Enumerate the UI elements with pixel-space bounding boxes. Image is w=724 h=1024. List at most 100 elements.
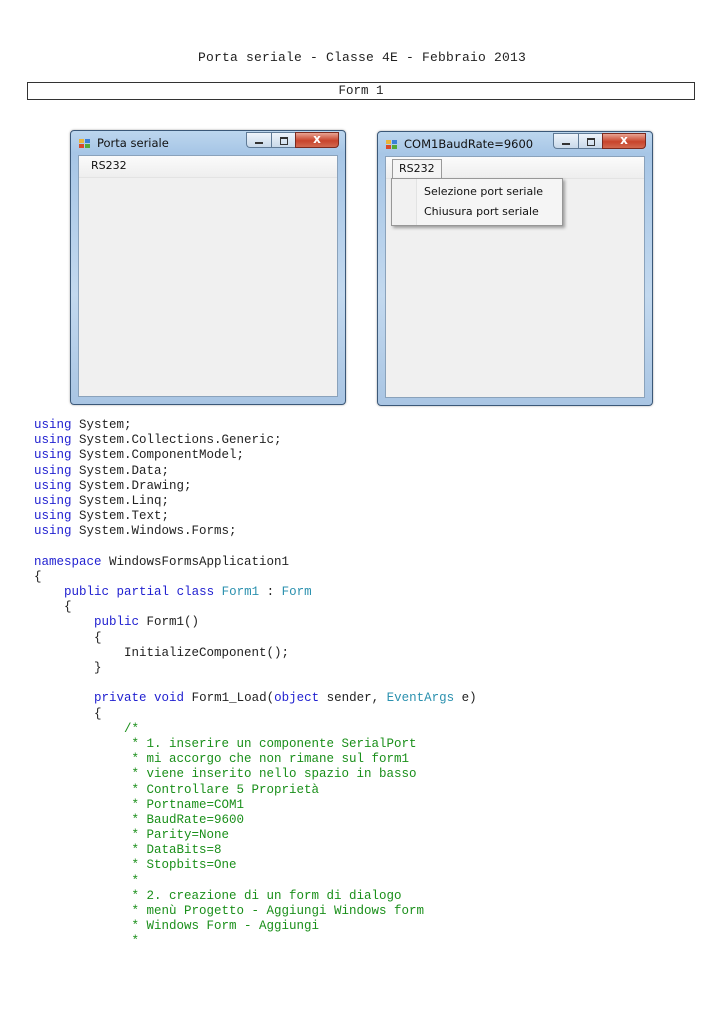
code-token: object — [274, 691, 320, 706]
minimize-button[interactable] — [553, 133, 578, 149]
code-token: private — [94, 691, 147, 706]
code-token: * mi accorgo che non rimane sul form1 — [34, 752, 410, 767]
code-token: Form — [281, 585, 312, 600]
window-porta-seriale: Porta seriale x RS232 — [70, 130, 346, 405]
window-com1: COM1BaudRate=9600 x RS232 Selezione port… — [377, 131, 653, 406]
maximize-button[interactable] — [271, 132, 295, 148]
code-line: InitializeComponent(); — [34, 646, 477, 661]
code-token: * DataBits=8 — [34, 843, 222, 858]
code-token: System.Linq; — [71, 493, 170, 508]
code-line: public Form1() — [34, 615, 477, 630]
code-line: * Parity=None — [34, 828, 477, 843]
code-token: EventArgs — [386, 691, 455, 706]
code-token: * Windows Form - Aggiungi — [34, 919, 320, 934]
code-token: System.Windows.Forms; — [71, 524, 237, 539]
code-line: public partial class Form1 : Form — [34, 585, 477, 600]
code-token: sender, — [319, 691, 387, 706]
code-token: * BaudRate=9600 — [34, 812, 245, 827]
code-token: WindowsFormsApplication1 — [101, 554, 290, 569]
maximize-button[interactable] — [578, 133, 602, 149]
code-token: using — [34, 448, 72, 463]
code-line: using System.Linq; — [34, 494, 477, 509]
close-button[interactable]: x — [295, 132, 339, 148]
menu-rs232[interactable]: RS232 — [85, 158, 133, 174]
code-token: System.Text; — [71, 509, 170, 524]
menu-bar: RS232 — [386, 157, 644, 179]
code-token: } — [34, 661, 102, 675]
code-token: using — [34, 463, 72, 478]
menu-item-selezione[interactable]: Selezione port seriale — [424, 185, 543, 198]
code-line: * BaudRate=9600 — [34, 813, 477, 828]
code-line: private void Form1_Load(object sender, E… — [34, 691, 477, 706]
code-line: * menù Progetto - Aggiungi Windows form — [34, 904, 477, 919]
code-token: Form1_Load( — [184, 691, 275, 706]
minimize-button[interactable] — [246, 132, 271, 148]
code-line: using System.Text; — [34, 509, 477, 524]
code-token: /* — [124, 721, 140, 736]
code-line: * Controllare 5 Proprietà — [34, 783, 477, 798]
code-line: * — [34, 934, 477, 949]
code-token: * Controllare 5 Proprietà — [34, 782, 320, 797]
code-line: using System.ComponentModel; — [34, 448, 477, 463]
menu-rs232[interactable]: RS232 — [392, 159, 442, 179]
window-title: COM1BaudRate=9600 — [404, 137, 534, 151]
code-line: } — [34, 661, 477, 676]
code-token: System.Drawing; — [71, 478, 192, 493]
code-token: namespace — [34, 554, 102, 569]
code-token: using — [34, 524, 72, 539]
code-token: e) — [454, 691, 477, 706]
code-token: * menù Progetto - Aggiungi Windows form — [34, 904, 425, 918]
code-token: public — [64, 585, 110, 600]
code-line: using System.Windows.Forms; — [34, 524, 477, 539]
code-line: using System; — [34, 418, 477, 433]
code-token: * viene inserito nello spazio in basso — [34, 767, 417, 782]
code-line: using System.Drawing; — [34, 479, 477, 494]
code-token: void — [154, 691, 185, 706]
code-token: * Portname=COM1 — [34, 797, 245, 812]
document-title: Porta seriale - Classe 4E - Febbraio 201… — [197, 50, 527, 65]
code-token: System; — [71, 418, 132, 432]
code-token: public — [94, 615, 140, 630]
code-line: /* — [34, 722, 477, 737]
code-line: * viene inserito nello spazio in basso — [34, 767, 477, 782]
code-token: using — [34, 418, 72, 432]
close-icon: x — [313, 132, 321, 146]
menu-item-chiusura[interactable]: Chiusura port seriale — [424, 205, 539, 218]
menu-bar: RS232 — [79, 156, 337, 178]
code-line: * mi accorgo che non rimane sul form1 — [34, 752, 477, 767]
close-icon: x — [620, 133, 628, 147]
title-bar[interactable]: COM1BaudRate=9600 x — [378, 132, 652, 156]
code-line: * Stopbits=One — [34, 858, 477, 873]
close-button[interactable]: x — [602, 133, 646, 149]
code-line: using System.Data; — [34, 464, 477, 479]
menu-gutter — [392, 179, 417, 225]
code-line: namespace WindowsFormsApplication1 — [34, 555, 477, 570]
code-token: using — [34, 478, 72, 493]
code-token: { — [34, 630, 102, 645]
menu-dropdown: Selezione port seriale Chiusura port ser… — [391, 178, 563, 226]
form-client-area: RS232 — [78, 155, 338, 397]
code-line: { — [34, 707, 477, 722]
code-line: { — [34, 631, 477, 646]
code-token: System.Collections.Generic; — [71, 433, 282, 448]
title-bar[interactable]: Porta seriale x — [71, 131, 345, 155]
code-token: * Stopbits=One — [34, 858, 237, 873]
code-token: using — [34, 509, 72, 524]
code-token: class — [176, 585, 215, 600]
code-line: * 2. creazione di un form di dialogo — [34, 889, 477, 904]
code-token: using — [34, 493, 72, 508]
app-icon — [79, 139, 90, 149]
code-token: Form1() — [139, 615, 200, 630]
code-line: * — [34, 874, 477, 889]
code-line: using System.Collections.Generic; — [34, 433, 477, 448]
code-line: * DataBits=8 — [34, 843, 477, 858]
code-token: * Parity=None — [34, 828, 230, 843]
